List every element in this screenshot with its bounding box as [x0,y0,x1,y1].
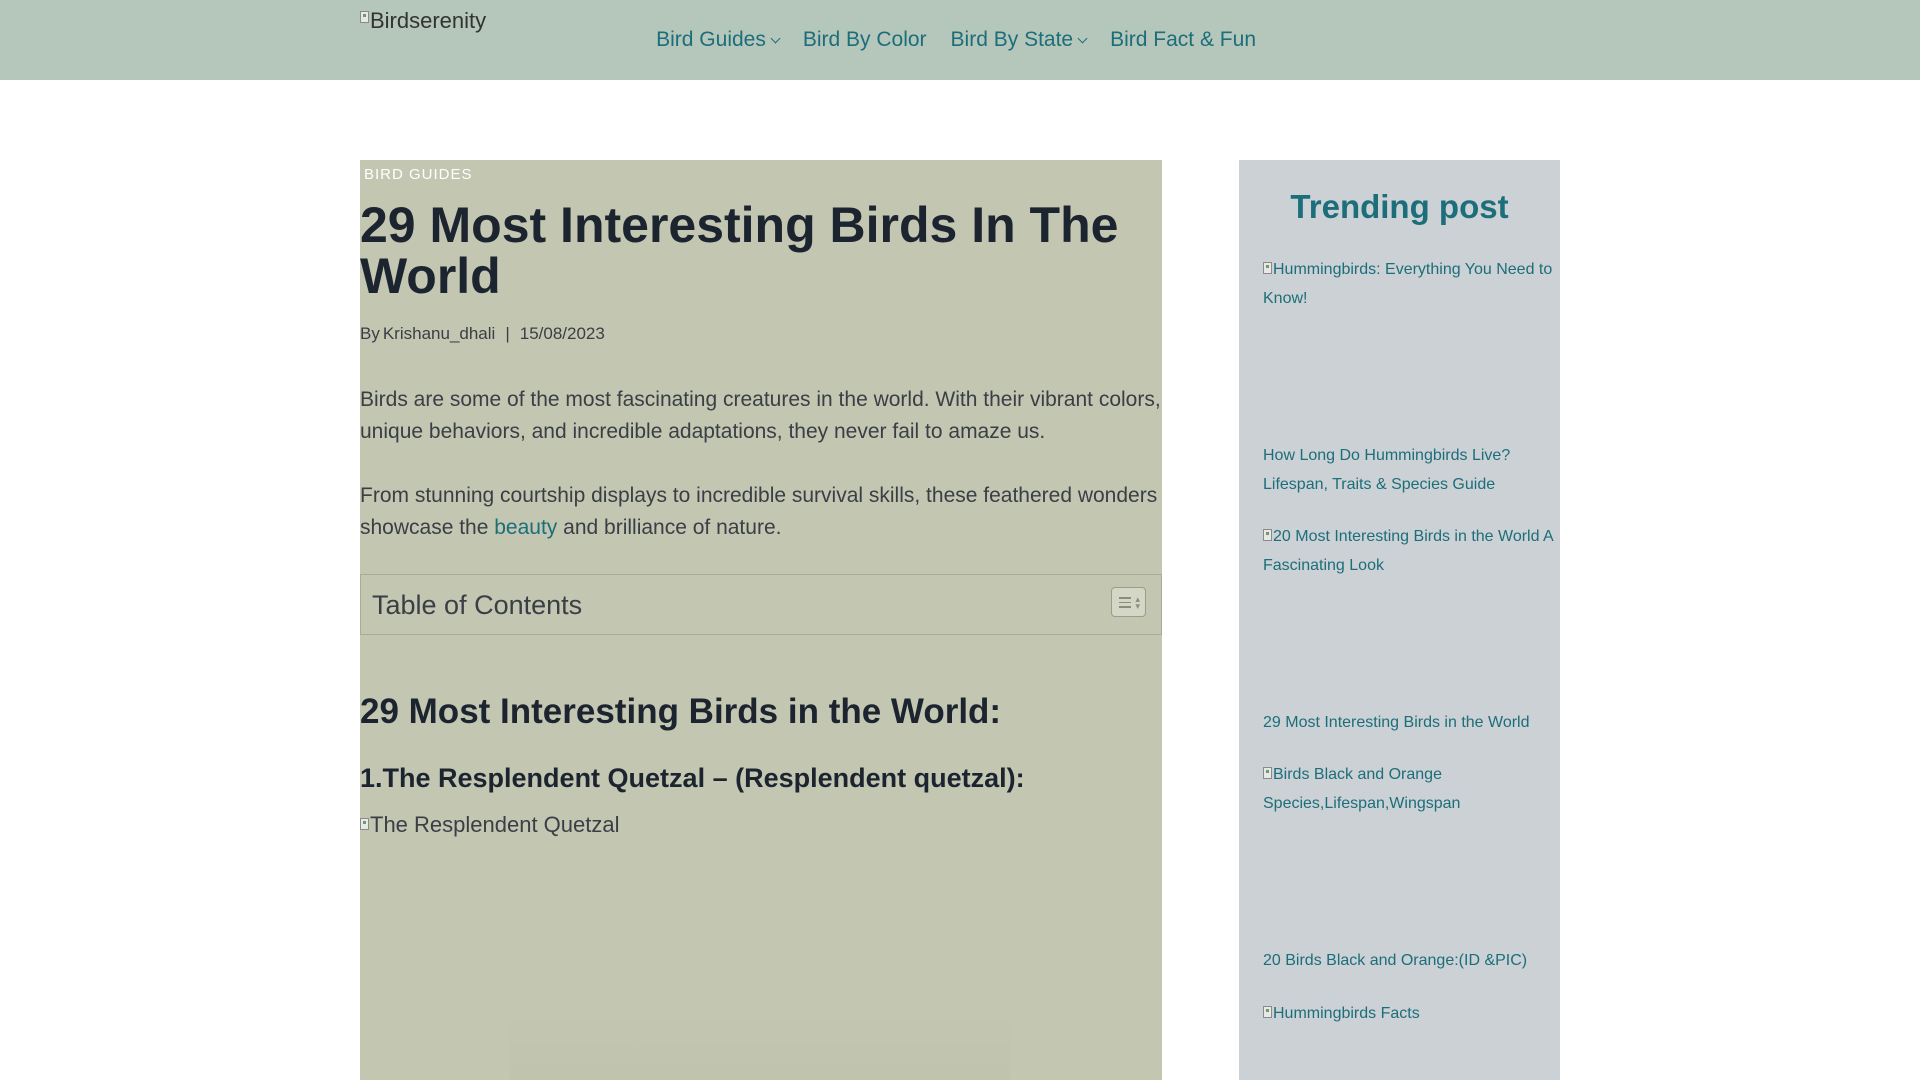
sidebar: Trending post Hummingbirds: Everything Y… [1239,160,1560,1080]
broken-image-icon [1263,529,1272,541]
nav-item-label: Bird Fact & Fun [1110,28,1256,51]
article: BIRD GUIDES 29 Most Interesting Birds In… [360,160,1162,1080]
site-logo[interactable]: Birdserenity [360,8,486,34]
nav-item-bird-by-color[interactable]: Bird By Color [791,28,939,52]
nav-item-bird-guides[interactable]: Bird Guides [644,28,791,52]
article-image: The Resplendent Quetzal [360,812,1162,1080]
chevron-down-icon [1077,33,1088,43]
sidebar-title: Trending post [1290,188,1509,225]
article-meta: By Krishanu_dhali | 15/08/2023 [360,324,605,344]
image-alt-text: Birds Black and Orange Species,Lifespan,… [1263,766,1461,812]
image-alt-text: The Resplendent Quetzal [370,812,620,837]
nav-item-bird-fact-fun[interactable]: Bird Fact & Fun [1098,28,1268,52]
table-of-contents: Table of Contents ▴ ▾ [360,574,1162,635]
main-nav: Bird Guides Bird By Color Bird By State … [644,0,1268,80]
trending-image-link[interactable]: Hummingbirds: Everything You Need to Kno… [1263,254,1560,313]
broken-image-icon [1263,767,1272,779]
site-header: Birdserenity Bird Guides Bird By Color B… [0,0,1920,80]
image-alt-text: Hummingbirds: Everything You Need to Kno… [1263,261,1553,307]
sort-arrows-icon: ▴ ▾ [1135,594,1140,611]
image-alt-text: Hummingbirds Facts [1273,1005,1420,1022]
category-link[interactable]: BIRD GUIDES [364,166,473,183]
broken-image-icon [1263,1006,1272,1018]
trending-post-link[interactable]: 20 Birds Black and Orange:(ID &PIC) [1263,946,1560,975]
author-link[interactable]: Krishanu_dhali [383,324,495,344]
broken-image-icon [360,11,369,23]
nav-item-label: Bird By Color [802,28,927,51]
toc-toggle-button[interactable]: ▴ ▾ [1111,587,1146,617]
beauty-link[interactable]: beauty [494,516,557,539]
trending-image-link[interactable]: Birds Black and Orange Species,Lifespan,… [1263,759,1560,818]
second-paragraph: From stunning courtship displays to incr… [360,480,1162,544]
nav-item-label: Bird By State [950,28,1074,51]
trending-post-link[interactable]: How Long Do Hummingbirds Live? Lifespan,… [1263,441,1560,499]
section-heading: 29 Most Interesting Birds in the World: [360,692,1002,731]
broken-image-icon [360,818,369,830]
nav-item-label: Bird Guides [656,28,766,51]
trending-image-link[interactable]: 20 Most Interesting Birds in the World A… [1263,521,1560,580]
image-placeholder-shade [510,1012,1010,1080]
logo-alt-text: Birdserenity [370,8,487,33]
broken-image-icon [1263,262,1272,274]
para-text: and brilliance of nature. [557,516,782,539]
meta-by-label: By [360,324,380,343]
list-icon [1119,597,1131,608]
chevron-down-icon [770,33,781,43]
meta-separator: | [505,324,510,343]
subsection-heading: 1.The Resplendent Quetzal – (Resplendent… [360,763,1025,793]
article-title: 29 Most Interesting Birds In The World [360,197,1119,304]
publish-date: 15/08/2023 [519,324,605,343]
toc-title: Table of Contents [372,590,583,620]
image-alt-text: 20 Most Interesting Birds in the World A… [1263,528,1553,574]
nav-item-bird-by-state[interactable]: Bird By State [939,28,1099,52]
intro-paragraph: Birds are some of the most fascinating c… [360,388,1161,443]
trending-post-link[interactable]: 29 Most Interesting Birds in the World [1263,708,1560,737]
trending-image-link[interactable]: Hummingbirds Facts [1263,998,1560,1028]
